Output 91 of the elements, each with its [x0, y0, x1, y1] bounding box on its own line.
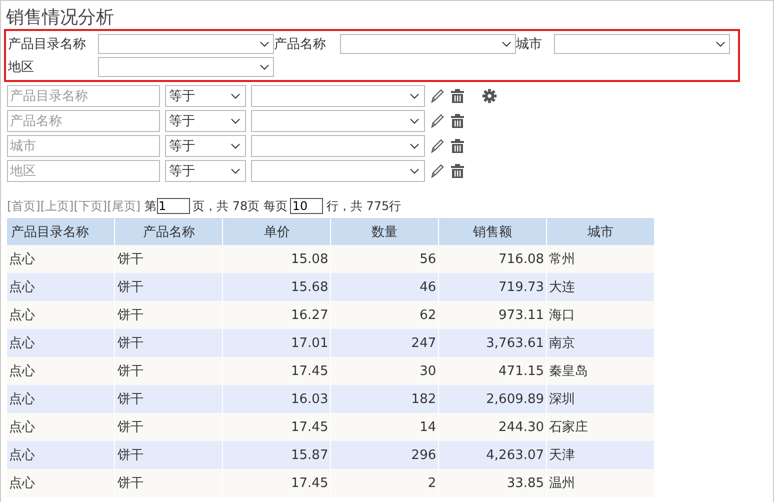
column-header: 数量 [330, 218, 439, 245]
table-cell: 饼干 [114, 469, 223, 497]
table-cell: 15.68 [222, 273, 331, 301]
table-cell: 饼干 [114, 301, 223, 329]
pager-link[interactable]: [上页] [40, 198, 74, 214]
table-cell: 3,763.61 [438, 329, 547, 357]
trash-icon[interactable] [450, 163, 465, 179]
operator-dropdown[interactable]: 等于 [165, 85, 246, 107]
table-cell: 296 [330, 441, 439, 469]
table-cell: 温州 [546, 469, 654, 497]
table-cell: 17.45 [222, 357, 331, 385]
table-cell: 182 [330, 385, 439, 413]
table-cell: 饼干 [114, 273, 223, 301]
pager-text: 第 [144, 198, 156, 214]
table-cell: 719.73 [438, 273, 547, 301]
table-cell: 16.27 [222, 301, 331, 329]
table-cell: 饼干 [114, 413, 223, 441]
table-cell: 62 [330, 301, 439, 329]
trash-icon[interactable] [450, 88, 465, 104]
table-cell: 15.08 [222, 245, 331, 273]
table-cell: 2 [330, 469, 439, 497]
table-cell: 点心 [7, 385, 115, 413]
trash-icon[interactable] [450, 113, 465, 129]
page-input[interactable]: 1 [156, 198, 190, 214]
table-cell: 247 [330, 329, 439, 357]
table-cell: 46 [330, 273, 439, 301]
settings-icon[interactable] [482, 88, 497, 104]
table-cell: 33.85 [438, 469, 547, 497]
table-cell: 点心 [7, 329, 115, 357]
table-cell: 常州 [546, 245, 654, 273]
trash-icon[interactable] [450, 138, 465, 154]
table-cell: 17.45 [222, 469, 331, 497]
table-cell: 4,263.07 [438, 441, 547, 469]
pencil-icon[interactable] [430, 138, 445, 154]
table-cell: 饼干 [114, 357, 223, 385]
operator-dropdown[interactable]: 等于 [165, 160, 246, 182]
column-header: 产品名称 [114, 218, 223, 245]
table-cell: 17.01 [222, 329, 331, 357]
pager-link[interactable]: [首页] [7, 198, 40, 214]
pager-link[interactable]: [下页] [74, 198, 108, 214]
pencil-icon[interactable] [430, 88, 445, 104]
pager-link[interactable]: [尾页] [107, 198, 140, 214]
field-input[interactable]: 产品名称 [7, 110, 160, 132]
table-cell: 大连 [546, 273, 654, 301]
table-cell: 973.11 [438, 301, 547, 329]
table-cell: 15.87 [222, 441, 331, 469]
table-cell: 点心 [7, 301, 115, 329]
table-cell: 30 [330, 357, 439, 385]
table-cell: 17.45 [222, 413, 331, 441]
pager-text: 页，共 78页 每页 [192, 198, 288, 214]
column-header: 单价 [222, 218, 331, 245]
table-cell: 716.08 [438, 245, 547, 273]
table-cell: 点心 [7, 357, 115, 385]
table-cell: 点心 [7, 441, 115, 469]
column-header: 销售额 [438, 218, 547, 245]
table-cell: 石家庄 [546, 413, 654, 441]
field-input[interactable]: 城市 [7, 135, 160, 157]
field-input[interactable]: 地区 [7, 160, 160, 182]
table-cell: 天津 [546, 441, 654, 469]
operator-dropdown[interactable]: 等于 [165, 110, 246, 132]
table-cell: 点心 [7, 469, 115, 497]
filter-label: 产品名称 [274, 36, 327, 53]
table-cell: 点心 [7, 273, 115, 301]
table-cell: 饼干 [114, 245, 223, 273]
column-header: 产品目录名称 [7, 218, 115, 245]
table-cell: 2,609.89 [438, 385, 547, 413]
table-cell: 56 [330, 245, 439, 273]
table-cell: 471.15 [438, 357, 547, 385]
filter-label: 地区 [8, 59, 35, 76]
pencil-icon[interactable] [430, 163, 445, 179]
pencil-icon[interactable] [430, 113, 445, 129]
table-cell: 饼干 [114, 385, 223, 413]
table-cell: 秦皇岛 [546, 357, 654, 385]
field-input[interactable]: 产品目录名称 [7, 85, 160, 107]
pager-text: 行，共 775行 [326, 198, 402, 214]
table-cell: 南京 [546, 329, 654, 357]
table-cell: 244.30 [438, 413, 547, 441]
page-title: 销售情况分析 [6, 7, 115, 29]
filter-label: 城市 [516, 36, 543, 53]
page-size-input[interactable]: 10 [290, 198, 324, 214]
table-cell: 深圳 [546, 385, 654, 413]
table-cell: 点心 [7, 413, 115, 441]
table-cell: 饼干 [114, 329, 223, 357]
table-cell: 海口 [546, 301, 654, 329]
column-header: 城市 [546, 218, 654, 245]
operator-dropdown[interactable]: 等于 [165, 135, 246, 157]
table-cell: 点心 [7, 245, 115, 273]
table-cell: 饼干 [114, 441, 223, 469]
table-cell: 16.03 [222, 385, 331, 413]
table-cell: 14 [330, 413, 439, 441]
filter-label: 产品目录名称 [8, 36, 87, 53]
